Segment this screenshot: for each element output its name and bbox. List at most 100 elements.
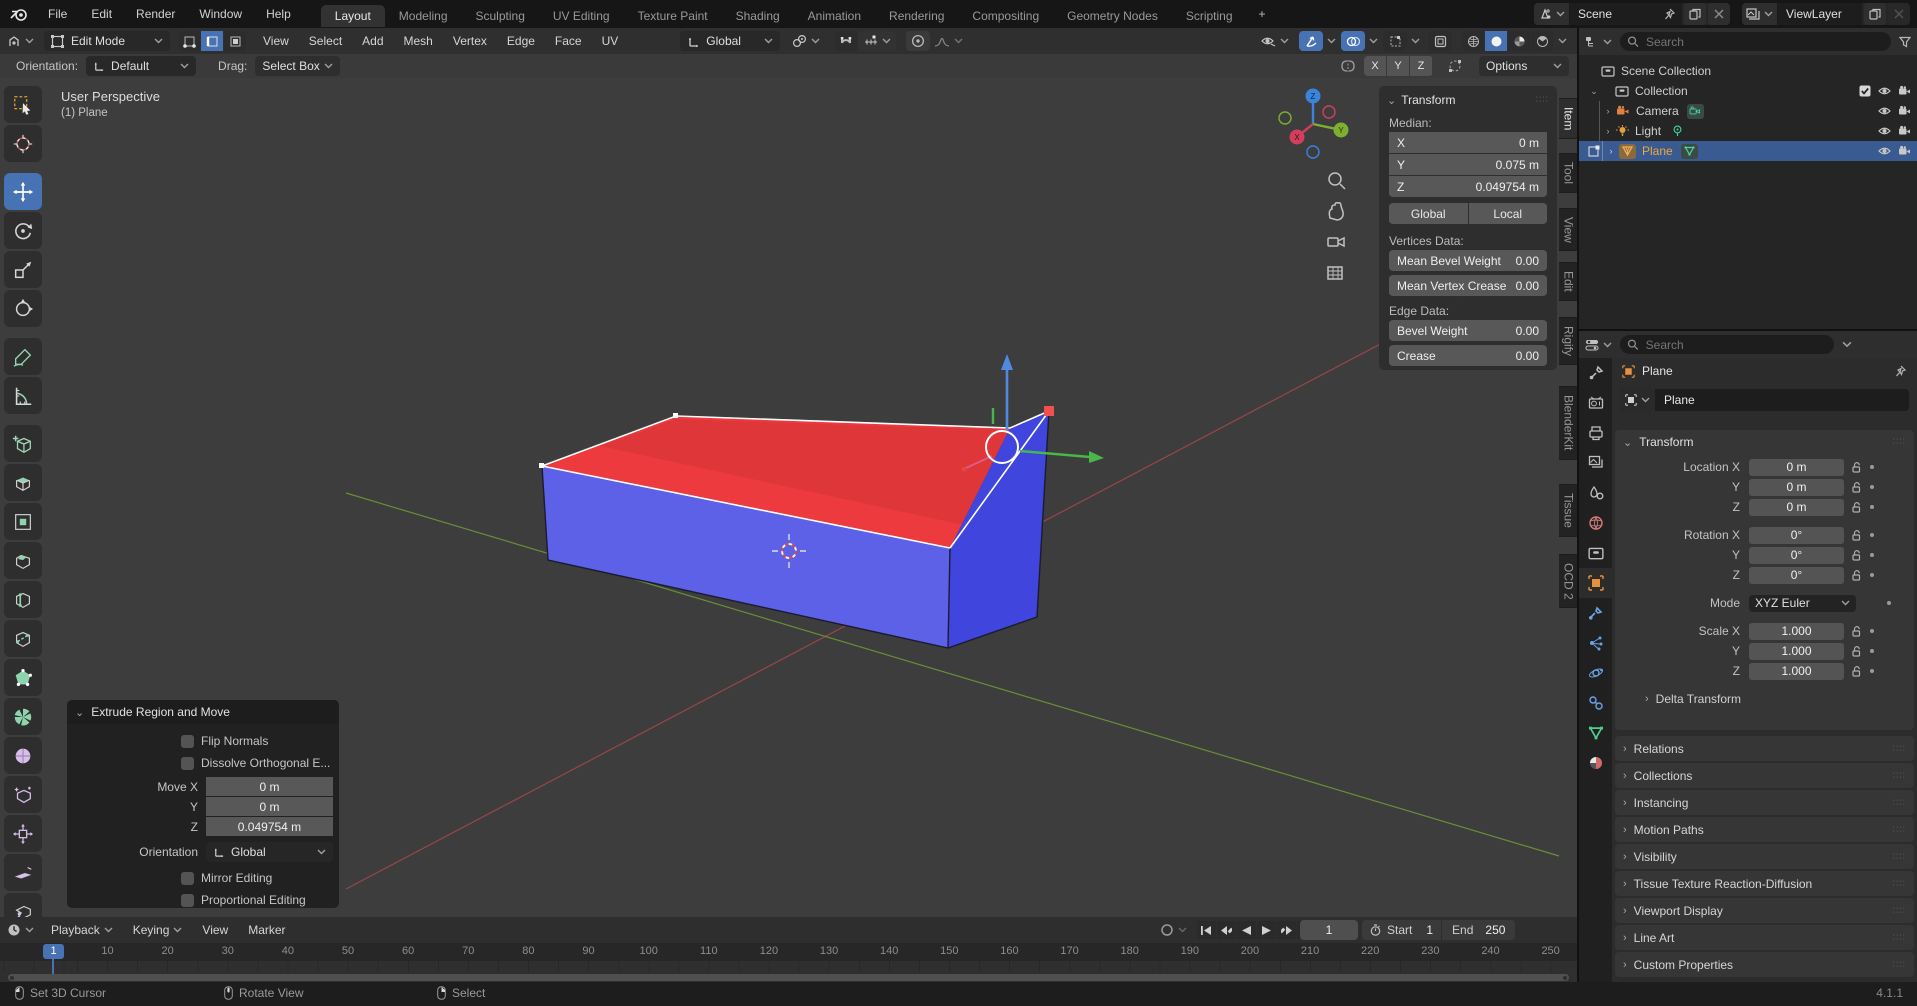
orthographic-toggle-icon[interactable] bbox=[1328, 267, 1342, 279]
panel-drag-grip[interactable]: ···· ···· bbox=[1893, 853, 1906, 861]
tool-knife[interactable] bbox=[4, 620, 42, 657]
hide-eye-icon[interactable] bbox=[1878, 105, 1891, 117]
proportional-editing-checkbox[interactable] bbox=[181, 894, 194, 907]
lock-icon[interactable] bbox=[1852, 462, 1861, 473]
tab-render[interactable] bbox=[1579, 388, 1612, 418]
animate-dot[interactable] bbox=[1870, 649, 1874, 653]
tool-add-cube[interactable] bbox=[4, 425, 42, 462]
tool-loop-cut[interactable] bbox=[4, 581, 42, 618]
workspace-tab[interactable]: Geometry Nodes bbox=[1053, 5, 1172, 27]
end-frame-field[interactable]: End 250 bbox=[1442, 920, 1515, 940]
panel-drag-grip[interactable]: ···· ···· bbox=[1893, 826, 1906, 834]
sidebar-tab-item[interactable]: Item bbox=[1559, 98, 1577, 139]
viewport-menu-item[interactable]: Select bbox=[299, 28, 352, 54]
auto-keying-toggle[interactable] bbox=[1160, 923, 1187, 937]
tool-transform[interactable] bbox=[4, 290, 42, 327]
animate-dot[interactable] bbox=[1887, 601, 1891, 605]
rotation-mode-dropdown[interactable]: XYZ Euler bbox=[1749, 595, 1856, 612]
properties-search-input[interactable] bbox=[1644, 337, 1827, 353]
tool-extrude-region[interactable] bbox=[4, 464, 42, 501]
render-visibility-icon[interactable] bbox=[1898, 105, 1911, 117]
outliner-row-plane[interactable]: › Plane bbox=[1579, 141, 1917, 161]
expand-icon[interactable]: › bbox=[1603, 146, 1619, 156]
current-frame-field[interactable]: 1 bbox=[1300, 920, 1358, 940]
menu-item[interactable]: File bbox=[36, 0, 79, 28]
mesh-data-icon[interactable] bbox=[1681, 144, 1698, 159]
outliner-row-scene-collection[interactable]: Scene Collection bbox=[1579, 61, 1917, 81]
lock-icon[interactable] bbox=[1852, 482, 1861, 493]
render-visibility-icon[interactable] bbox=[1898, 125, 1911, 137]
rotation-field[interactable]: 0° bbox=[1749, 567, 1844, 584]
animate-dot[interactable] bbox=[1870, 669, 1874, 673]
expand-icon[interactable]: › bbox=[1600, 126, 1616, 136]
expand-icon[interactable]: ⌄ bbox=[1587, 86, 1601, 97]
pivot-point-dropdown[interactable] bbox=[788, 34, 824, 48]
viewport-menu-item[interactable]: Add bbox=[352, 28, 393, 54]
workspace-tab[interactable]: Rendering bbox=[875, 5, 958, 27]
tool-poly-build[interactable] bbox=[4, 659, 42, 696]
viewlayer-icon[interactable] bbox=[1742, 3, 1778, 25]
panel-drag-grip[interactable]: ···· ···· bbox=[1893, 880, 1906, 888]
proportional-editing-toggle[interactable] bbox=[906, 31, 930, 51]
view-object-types-dropdown[interactable] bbox=[1256, 35, 1294, 47]
play-reverse-button[interactable] bbox=[1237, 921, 1256, 939]
sidebar-tab-tool[interactable]: Tool bbox=[1559, 153, 1577, 193]
render-visibility-icon[interactable] bbox=[1898, 145, 1911, 157]
tool-measure[interactable] bbox=[4, 377, 42, 414]
material-preview-shading-button[interactable] bbox=[1508, 31, 1530, 51]
lock-icon[interactable] bbox=[1852, 550, 1861, 561]
workspace-tab[interactable]: Animation bbox=[794, 5, 875, 27]
editor-type-button[interactable] bbox=[0, 35, 40, 48]
mirror-axis-button[interactable]: Z bbox=[1410, 56, 1432, 76]
show-overlays-toggle[interactable] bbox=[1341, 31, 1365, 51]
viewlayer-name[interactable]: ViewLayer bbox=[1778, 3, 1862, 25]
vertex-data-field[interactable]: Mean Bevel Weight0.00 bbox=[1389, 250, 1547, 271]
tool-smooth[interactable] bbox=[4, 737, 42, 774]
scene-selector[interactable]: Scene bbox=[1534, 3, 1730, 25]
mirror-axis-button[interactable]: X bbox=[1364, 56, 1386, 76]
mirror-axis-button[interactable]: Y bbox=[1387, 56, 1409, 76]
sidebar-tab-tissue[interactable]: Tissue bbox=[1559, 484, 1577, 537]
operator-orientation-dropdown[interactable]: Global bbox=[206, 842, 333, 862]
lock-icon[interactable] bbox=[1852, 646, 1861, 657]
menu-item[interactable]: Window bbox=[187, 0, 254, 28]
lock-icon[interactable] bbox=[1852, 626, 1861, 637]
vertex-data-field[interactable]: Mean Vertex Crease0.00 bbox=[1389, 275, 1547, 296]
tab-constraints[interactable] bbox=[1579, 688, 1612, 718]
wireframe-shading-button[interactable] bbox=[1462, 31, 1484, 51]
drag-mode-dropdown[interactable]: Select Box bbox=[255, 56, 339, 76]
tab-object-data[interactable] bbox=[1579, 718, 1612, 748]
median-field[interactable]: X0 m bbox=[1389, 132, 1547, 153]
workspace-tab[interactable]: Compositing bbox=[958, 5, 1053, 27]
outliner-row-light[interactable]: › Light bbox=[1579, 121, 1917, 141]
tool-rip-region[interactable] bbox=[4, 893, 42, 917]
tab-collection[interactable] bbox=[1579, 538, 1612, 568]
tool-move[interactable] bbox=[4, 173, 42, 210]
workspace-tab[interactable]: Sculpting bbox=[462, 5, 539, 27]
solid-shading-button[interactable] bbox=[1485, 31, 1507, 51]
properties-search[interactable] bbox=[1620, 335, 1834, 354]
light-data-icon[interactable] bbox=[1669, 124, 1686, 139]
animate-dot[interactable] bbox=[1870, 533, 1874, 537]
viewport-menu-item[interactable]: UV bbox=[592, 28, 629, 54]
snap-base-icon[interactable] bbox=[1443, 56, 1467, 76]
zoom-view-icon[interactable] bbox=[1329, 173, 1345, 189]
viewport-menu-item[interactable]: Edge bbox=[497, 28, 545, 54]
play-button[interactable] bbox=[1257, 921, 1276, 939]
tool-inset-faces[interactable] bbox=[4, 503, 42, 540]
sidebar-tab-edit[interactable]: Edit bbox=[1559, 262, 1577, 301]
tab-object[interactable] bbox=[1579, 568, 1612, 598]
viewport-menu-item[interactable]: Mesh bbox=[394, 28, 443, 54]
viewlayer-selector[interactable]: ViewLayer bbox=[1742, 3, 1910, 25]
panel-drag-grip[interactable]: ···· ···· bbox=[1893, 438, 1906, 446]
tool-bevel[interactable] bbox=[4, 542, 42, 579]
panel-drag-grip[interactable]: ···· ···· bbox=[1893, 961, 1906, 969]
outliner-search-input[interactable] bbox=[1644, 34, 1884, 50]
delta-transform-subpanel[interactable]: › Delta Transform bbox=[1645, 692, 1914, 706]
proportional-falloff-dropdown[interactable] bbox=[930, 31, 966, 51]
properties-panel-header[interactable]: ›Instancing ···· ···· bbox=[1615, 790, 1914, 815]
panel-collapse-icon[interactable]: ⌄ bbox=[1623, 436, 1632, 449]
navigation-gizmo[interactable]: Z Y X bbox=[1279, 89, 1349, 159]
panel-drag-grip[interactable]: ···· ···· bbox=[1893, 907, 1906, 915]
edge-data-field[interactable]: Bevel Weight0.00 bbox=[1389, 320, 1547, 341]
